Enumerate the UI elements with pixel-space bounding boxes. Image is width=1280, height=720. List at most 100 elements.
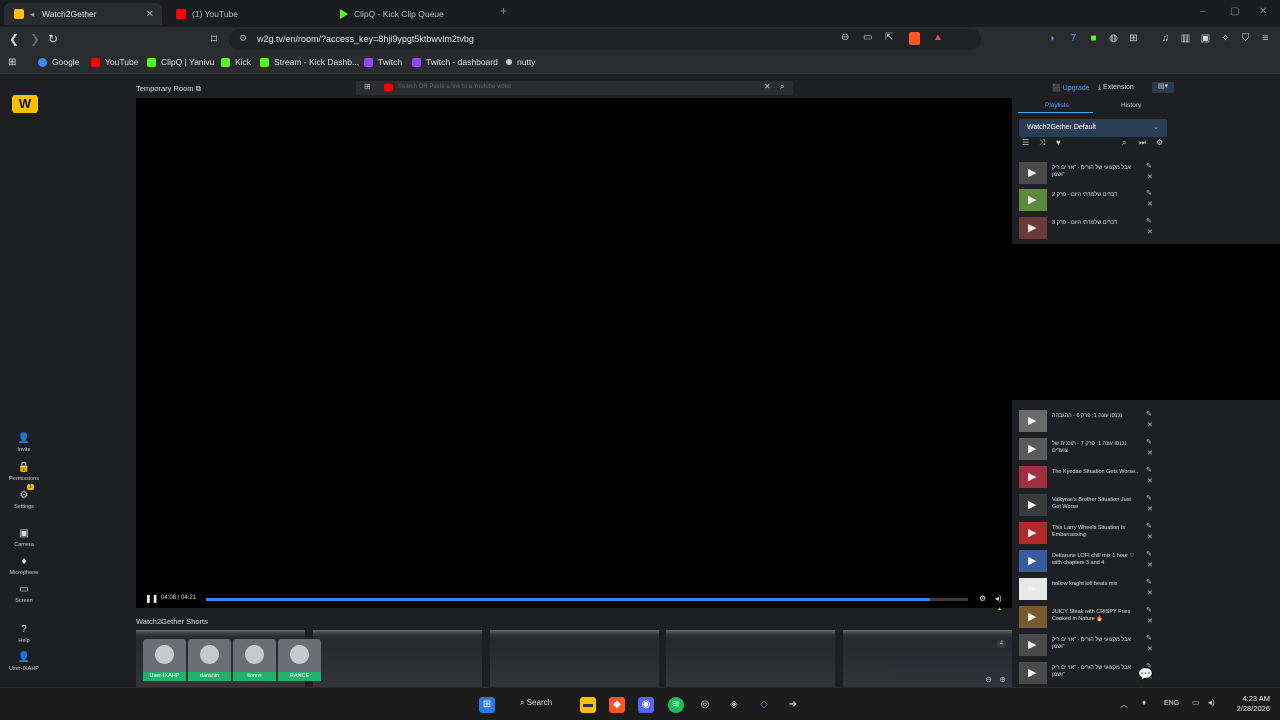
user-tile[interactable]: lionns [233,639,276,681]
taskbar-search[interactable]: ⌕ Search [520,698,552,708]
sidebar-icon[interactable]: ▥ [1180,33,1191,44]
tab-playlists[interactable]: Playlists [1045,102,1069,109]
remove-icon[interactable]: ✕ [1147,505,1153,513]
bookmark-clipq[interactable]: ClipQ | Yanivu [147,57,214,67]
remove-icon[interactable]: ✕ [1147,421,1153,429]
short-card[interactable] [490,630,659,687]
upgrade-link[interactable]: ⬛ Upgrade [1052,84,1090,92]
edit-icon[interactable]: ✎ [1146,189,1152,197]
extension-1-icon[interactable]: ◗ [1047,33,1058,44]
bookmark-youtube[interactable]: YouTube [91,57,138,67]
heart-icon[interactable]: ♥ [1056,138,1061,147]
short-card[interactable]: 4 ⊖ ⊕ [843,630,1012,687]
extension-4-icon[interactable]: ◍ [1108,33,1119,44]
remove-icon[interactable]: ✕ [1147,449,1153,457]
remove-icon[interactable]: ✕ [1147,477,1153,485]
site-info-icon[interactable]: ⚙ [239,33,247,44]
playlist-item[interactable]: ▶ This Larry Wheels Situation Is Embarras… [1018,521,1168,546]
playlist-item[interactable]: ▶ דברים שלמדתי היום - פרק 3 ✎ ✕ [1018,216,1168,241]
short-card[interactable] [313,630,482,687]
forward-icon[interactable]: ❯ [30,32,40,46]
edit-icon[interactable]: ✎ [1146,578,1152,586]
share-icon[interactable]: ⇱ [885,32,893,43]
chat-icon[interactable]: 💬 [1138,667,1153,681]
cast-icon[interactable]: ▭ [863,32,872,43]
remove-icon[interactable]: ✕ [1147,561,1153,569]
extension-link[interactable]: ⤓ Extension [1098,84,1134,92]
help-button[interactable]: ? Help [6,624,42,644]
edit-icon[interactable]: ✎ [1146,606,1152,614]
playlist-item[interactable]: ▶ Deltarune LOFI chill mix 1 hour ♡ with … [1018,549,1168,574]
media-icon[interactable]: ♫ [1160,33,1171,44]
short-card[interactable] [666,630,835,687]
brave-rewards-icon[interactable]: ▲ [933,32,943,43]
edit-icon[interactable]: ✎ [1146,634,1152,642]
playlist-item[interactable]: ▶ The Kyedae Situation Gets Worse.. ✎ ✕ [1018,465,1168,490]
list-icon[interactable]: ☰ [1022,138,1029,147]
layout-toggle-button[interactable]: ▤▾ [1152,82,1174,93]
playlist-item[interactable]: ▶ דברים שלמדתי היום - פרק 2 ✎ ✕ [1018,188,1168,213]
playlist-item[interactable]: ▶ hollow knight lofi beats mix ✎ ✕ [1018,577,1168,602]
tab-watch2gether[interactable]: ◂ Watch2Gether ✕ [4,3,162,25]
bookmark-twitch-dashboard[interactable]: Twitch - dashboard [412,57,498,67]
edit-icon[interactable]: ✎ [1146,410,1152,418]
tab-history[interactable]: History [1121,102,1141,109]
tray-chevron-icon[interactable]: ︿ [1120,699,1128,710]
edit-icon[interactable]: ✎ [1146,162,1152,170]
pause-icon[interactable]: ❚❚ [145,594,158,603]
reload-icon[interactable]: ↻ [48,32,58,46]
bookmark-google[interactable]: Google [38,57,79,67]
video-search-field[interactable]: ⊞ Search OR Paste a link to a Youtube vi… [356,81,793,95]
remove-icon[interactable]: ✕ [1147,617,1153,625]
grid-icon[interactable]: ⊞ [364,82,371,91]
obs-icon[interactable]: ◎ [697,697,713,713]
camera-button[interactable]: ▣ Camera [6,528,42,548]
user-tile[interactable]: RANCE [278,639,321,681]
tab-clipq[interactable]: ClipQ - Kick Clip Queue [330,3,498,25]
zoom-out-icon[interactable]: ⊖ [985,675,992,684]
edit-icon[interactable]: ✎ [1146,466,1152,474]
bookmark-kick-dashboard[interactable]: Stream - Kick Dashb... [260,57,359,67]
zoom-in-icon[interactable]: ⊕ [999,675,1006,684]
volume-icon[interactable]: ◂) [1208,698,1215,707]
gear-icon[interactable]: ⚙ [1156,138,1163,147]
user-tile[interactable]: User-IXAHP [143,639,186,681]
bookmark-kick[interactable]: Kick [221,57,251,67]
bookmark-nutty[interactable]: nutty [506,57,535,67]
progress-bar[interactable] [206,598,968,601]
edit-icon[interactable]: ✎ [1146,494,1152,502]
volume-icon[interactable]: ◂) [995,594,1002,603]
playlist-item[interactable]: ▶ נכנסו עונה 1: פרק 7 - תוכנית של צועדים ✎… [1018,437,1168,462]
w2g-logo[interactable]: W [12,95,38,113]
maximize-icon[interactable]: ▢ [1230,6,1239,17]
close-tab-icon[interactable]: ✕ [146,9,154,20]
settings-button[interactable]: ⚙ Settings 1 [6,484,42,510]
playlist-item[interactable]: ▶ JUICY Steak with CRISPY Fries Cooked in… [1018,605,1168,630]
playlist-selector[interactable]: Watch2Gether Default ⌄ [1019,119,1167,137]
video-player[interactable]: ▲ [136,98,1012,612]
minimize-icon[interactable]: – [1200,6,1206,17]
remove-icon[interactable]: ✕ [1147,200,1153,208]
arrow-app-icon[interactable]: ➜ [785,697,801,713]
user-profile-button[interactable]: 👤 User-IXAHP [6,652,42,672]
discord-icon[interactable]: ◉ [638,697,654,713]
playlist-item[interactable]: ▶ נכנסו עונה 1: פרק 6 - ההגבהה ✎ ✕ [1018,409,1168,434]
windows-start-icon[interactable]: ⊞ [479,697,495,713]
screen-button[interactable]: ▭ Screen [6,584,42,604]
playlist-item[interactable]: ▶ אבל מקצועי של הורים - "אוי ים ריק ושמן"… [1018,161,1168,186]
permissions-button[interactable]: 🔒 Permissions [6,462,42,482]
invite-button[interactable]: 👤 Invite [6,433,42,453]
back-icon[interactable]: ❮ [9,32,19,46]
leo-icon[interactable]: ✧ [1220,33,1231,44]
zoom-icon[interactable]: ⊖ [841,32,849,43]
close-window-icon[interactable]: ✕ [1259,6,1267,17]
playlist-item[interactable]: ▶ אבל מקצועי של הורים - "אוי ים ריק ושמן"… [1018,633,1168,658]
brave-icon[interactable]: ◆ [609,697,625,713]
steam-icon[interactable]: ◈ [726,697,742,713]
edit-icon[interactable]: ✎ [1146,550,1152,558]
apps-icon[interactable]: ⊞ [8,57,16,68]
microphone-tray-icon[interactable]: ♦ [1142,698,1146,707]
remove-icon[interactable]: ✕ [1147,645,1153,653]
wallet-icon[interactable]: ▣ [1200,33,1211,44]
playlist-item[interactable]: ▶ Valkyrae's Brother Situation Just Got W… [1018,493,1168,518]
